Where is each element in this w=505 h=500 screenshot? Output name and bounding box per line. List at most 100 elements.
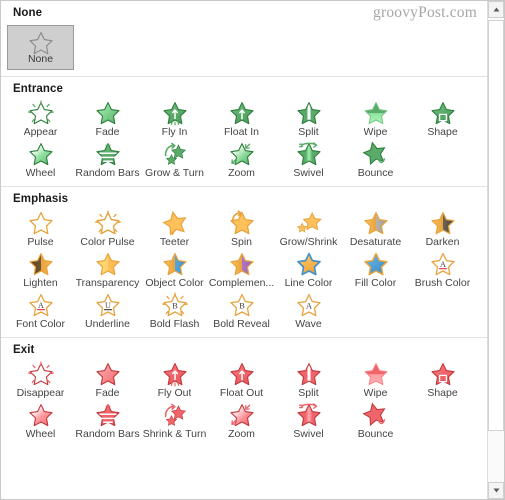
star-half-gray-icon: [363, 211, 389, 235]
animation-tile[interactable]: Random Bars: [74, 401, 141, 442]
animation-tile[interactable]: Zoom: [208, 140, 275, 181]
animation-tile-label: Underline: [85, 318, 130, 330]
svg-text:A: A: [440, 260, 446, 269]
animation-tile[interactable]: Wipe: [342, 99, 409, 140]
gallery-content: groovyPost.com None None Entrance Appear Fad…: [1, 1, 487, 499]
animation-tile-label: Wipe: [363, 387, 388, 399]
animation-tile[interactable]: Transparency: [74, 250, 141, 291]
animation-grid-entrance: Appear Fade Fly In Float In Split Wipe Shape Wh…: [1, 99, 487, 186]
vertical-scrollbar[interactable]: [487, 1, 504, 499]
animation-tile[interactable]: A Font Color: [7, 291, 74, 332]
star-zoom-in-icon: [229, 403, 255, 427]
star-half-blue-icon: [162, 252, 188, 276]
scrollbar-track[interactable]: [488, 18, 504, 482]
section-header-none: None: [13, 7, 43, 19]
star-bounce-icon: [361, 402, 389, 427]
animation-tile[interactable]: U Underline: [74, 291, 141, 332]
animation-tile[interactable]: Shape: [409, 360, 476, 401]
star-wheel-icon: [28, 403, 54, 427]
scroll-down-arrow[interactable]: [488, 482, 504, 499]
animation-tile[interactable]: Color Pulse: [74, 209, 141, 250]
animation-tile[interactable]: Spin: [208, 209, 275, 250]
animation-tile[interactable]: Teeter: [141, 209, 208, 250]
animation-tile-none[interactable]: None: [7, 25, 74, 70]
star-random-bars-icon: [95, 142, 121, 166]
animation-tile[interactable]: Wipe: [342, 360, 409, 401]
star-color-pulse-icon: [94, 210, 121, 235]
animation-tile[interactable]: Grow & Turn: [141, 140, 208, 181]
animation-tile[interactable]: Desaturate: [342, 209, 409, 250]
section-header-exit: Exit: [13, 344, 35, 356]
animation-tile[interactable]: A Brush Color: [409, 250, 476, 291]
star-letter-b-icon: B: [229, 293, 255, 317]
star-arrow-up-trail-icon: [162, 101, 188, 126]
animation-tile[interactable]: Fly Out: [141, 360, 208, 401]
scroll-up-arrow[interactable]: [488, 1, 504, 18]
animation-tile-label: Swivel: [293, 167, 324, 179]
animation-tile[interactable]: Random Bars: [74, 140, 141, 181]
animation-tile-label: Float Out: [219, 387, 264, 399]
animation-tile[interactable]: Bounce: [342, 140, 409, 181]
star-letter-u-underline-icon: U: [95, 293, 121, 317]
animation-tile[interactable]: Fill Color: [342, 250, 409, 291]
star-swivel-icon: [296, 403, 322, 427]
animation-tile-label: Font Color: [15, 318, 66, 330]
animation-tile[interactable]: Complemen...: [208, 250, 275, 291]
animation-tile-label: None: [27, 52, 54, 65]
section-emphasis: Emphasis Pulse Color Pulse Teeter Spin Grow/S…: [1, 186, 487, 337]
animation-gallery: groovyPost.com None None Entrance Appear Fad…: [0, 0, 505, 500]
animation-tile[interactable]: A Wave: [275, 291, 342, 332]
animation-tile[interactable]: Split: [275, 99, 342, 140]
star-zoom-in-icon: [229, 142, 255, 166]
star-fill-blue-icon: [363, 252, 389, 276]
animation-tile[interactable]: Swivel: [275, 401, 342, 442]
animation-tile[interactable]: Disappear: [7, 360, 74, 401]
animation-tile[interactable]: Wheel: [7, 401, 74, 442]
animation-tile[interactable]: Pulse: [7, 209, 74, 250]
animation-tile[interactable]: Shape: [409, 99, 476, 140]
animation-tile[interactable]: Fade: [74, 360, 141, 401]
animation-tile[interactable]: Split: [275, 360, 342, 401]
animation-tile-label: Transparency: [75, 277, 140, 289]
animation-tile-label: Pulse: [27, 236, 54, 248]
animation-tile[interactable]: Zoom: [208, 401, 275, 442]
scrollbar-thumb[interactable]: [488, 20, 504, 431]
animation-tile[interactable]: B Bold Reveal: [208, 291, 275, 332]
animation-tile-label: Grow & Turn: [145, 167, 204, 179]
animation-tile-label: Shrink & Turn: [142, 428, 207, 440]
animation-tile[interactable]: Float Out: [208, 360, 275, 401]
animation-tile[interactable]: Grow/Shrink: [275, 209, 342, 250]
svg-text:B: B: [239, 300, 245, 310]
star-pulse-icon: [28, 211, 54, 235]
animation-tile[interactable]: Wheel: [7, 140, 74, 181]
star-spin-icon: [229, 210, 255, 235]
animation-tile-label: Wave: [295, 318, 322, 330]
star-wipe-icon: [363, 101, 389, 125]
animation-tile[interactable]: Fly In: [141, 99, 208, 140]
star-grow-turn-icon: [162, 142, 188, 166]
animation-tile[interactable]: Line Color: [275, 250, 342, 291]
star-line-color-icon: [296, 252, 322, 276]
animation-tile-label: Fly Out: [157, 387, 192, 399]
star-split-vertical-icon: [296, 362, 322, 386]
animation-tile[interactable]: Darken: [409, 209, 476, 250]
animation-tile-label: Color Pulse: [80, 236, 135, 248]
star-arrow-up-icon: [229, 101, 255, 125]
animation-tile-label: Appear: [23, 126, 58, 138]
animation-tile[interactable]: Fade: [74, 99, 141, 140]
animation-tile[interactable]: Lighten: [7, 250, 74, 291]
animation-tile[interactable]: Shrink & Turn: [141, 401, 208, 442]
svg-text:A: A: [38, 301, 44, 310]
animation-tile[interactable]: Appear: [7, 99, 74, 140]
animation-tile[interactable]: Float In: [208, 99, 275, 140]
animation-tile-label: Zoom: [228, 428, 255, 440]
animation-tile[interactable]: Bounce: [342, 401, 409, 442]
animation-tile[interactable]: Object Color: [141, 250, 208, 291]
section-entrance: Entrance Appear Fade Fly In Float In Split Wip…: [1, 76, 487, 186]
svg-text:A: A: [305, 300, 312, 310]
sections-container: None None Entrance Appear Fade Fly In Float In…: [1, 1, 487, 447]
animation-tile-label: Shape: [427, 387, 458, 399]
animation-tile-label: Object Color: [145, 277, 204, 289]
animation-tile[interactable]: Swivel: [275, 140, 342, 181]
animation-tile[interactable]: B Bold Flash: [141, 291, 208, 332]
